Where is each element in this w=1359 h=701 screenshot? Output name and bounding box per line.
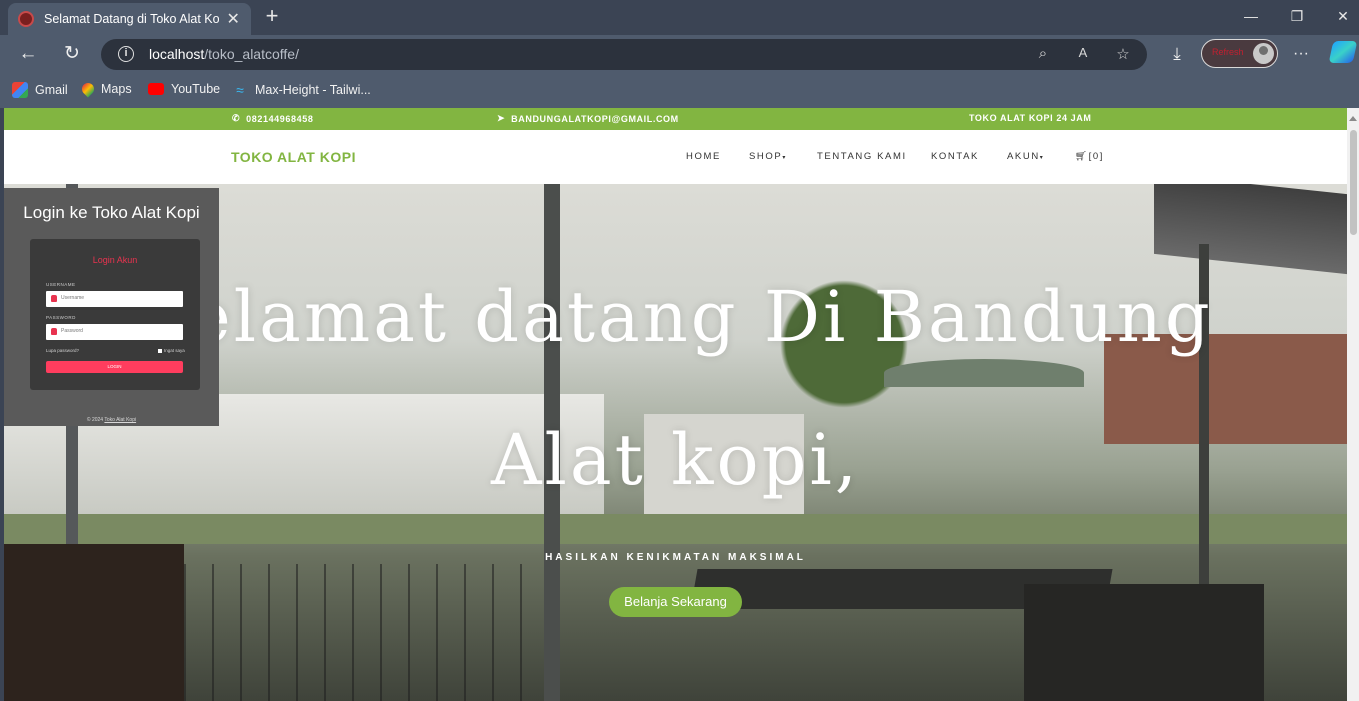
scroll-up-icon[interactable]: [1349, 116, 1357, 121]
bookmarks-bar: Gmail Maps YouTube ≈ Max-Height - Tailwi…: [0, 73, 1359, 108]
footer-link[interactable]: Toko Alat Kopi: [104, 417, 136, 423]
bookmark-maps[interactable]: Maps: [79, 80, 132, 98]
username-label: USERNAME: [46, 282, 76, 287]
phone-info: ✆ 082144968458: [232, 113, 314, 124]
close-tab-icon[interactable]: ✕: [225, 9, 241, 29]
maps-icon: [79, 80, 97, 98]
avatar: [1253, 43, 1274, 64]
page-scrollbar[interactable]: [1347, 108, 1359, 701]
bookmark-youtube[interactable]: YouTube: [148, 82, 220, 96]
login-card: Login Akun USERNAME Username PASSWORD Pa…: [30, 239, 200, 390]
login-panel: Login ke Toko Alat Kopi Login Akun USERN…: [4, 188, 219, 426]
username-placeholder: Username: [61, 295, 85, 301]
user-icon: [51, 295, 57, 302]
password-label: PASSWORD: [46, 315, 76, 320]
hero-title-line2: Alat kopi,: [490, 419, 861, 501]
login-heading: Login ke Toko Alat Kopi: [23, 203, 200, 222]
brand-logo[interactable]: TOKO ALAT KOPI: [231, 149, 356, 165]
chair: [4, 544, 184, 701]
shop-now-button[interactable]: Belanja Sekarang: [609, 587, 742, 617]
scroll-thumb[interactable]: [1350, 130, 1357, 235]
password-field[interactable]: Password: [46, 324, 183, 340]
password-placeholder: Password: [61, 328, 83, 334]
profile-label: Refresh: [1212, 47, 1244, 57]
login-button[interactable]: LOGIN: [46, 361, 183, 373]
contact-topbar: ✆ 082144968458 ➤ BANDUNGALATKOPI@GMAIL.C…: [4, 108, 1347, 130]
nav-contact[interactable]: KONTAK: [931, 151, 979, 162]
site-navbar: TOKO ALAT KOPI HOME SHOP▾ TENTANG KAMI K…: [4, 130, 1347, 184]
hours-info: TOKO ALAT KOPI 24 JAM: [969, 113, 1092, 123]
downloads-icon[interactable]: ⤓: [1166, 43, 1188, 65]
browser-toolbar: ← ↻ i localhost/toko_alatcoffe/ ⌕ A ☆ ⤓ …: [0, 35, 1359, 73]
restore-icon[interactable]: ❐: [1287, 8, 1307, 25]
caret-down-icon: ▾: [782, 155, 787, 161]
nav-cart[interactable]: 🛒︎[0]: [1075, 151, 1104, 162]
nav-account[interactable]: AKUN▾: [1007, 151, 1044, 162]
cart-icon: 🛒︎: [1075, 151, 1089, 162]
back-icon[interactable]: ←: [17, 43, 39, 65]
bookmark-label: Max-Height - Tailwi...: [255, 83, 371, 97]
minimize-icon[interactable]: —: [1241, 8, 1261, 24]
browser-tab[interactable]: Selamat Datang di Toko Alat Kopi ✕: [8, 3, 251, 35]
bookmark-label: Gmail: [35, 83, 68, 97]
favorite-star-icon[interactable]: ☆: [1114, 45, 1132, 63]
copilot-icon[interactable]: [1328, 41, 1358, 63]
bookmark-label: YouTube: [171, 82, 221, 96]
browser-tab-bar: Selamat Datang di Toko Alat Kopi ✕ + — ❐…: [0, 0, 1359, 35]
site-info-icon[interactable]: i: [118, 46, 134, 62]
profile-button[interactable]: Refresh: [1201, 39, 1278, 68]
nav-about[interactable]: TENTANG KAMI: [817, 151, 907, 162]
paper-plane-icon: ➤: [497, 113, 506, 123]
zoom-icon[interactable]: ⌕: [1034, 45, 1052, 62]
canopy-roof: [1154, 184, 1347, 275]
username-field[interactable]: Username: [46, 291, 183, 307]
forgot-password-link[interactable]: Lupa password?: [46, 348, 79, 353]
phone-icon: ✆: [232, 113, 241, 123]
reload-icon[interactable]: ↻: [61, 43, 83, 65]
hero-subtitle: HASILKAN KENIKMATAN MAKSIMAL: [545, 552, 806, 563]
chair: [1024, 584, 1264, 701]
railing: [184, 564, 524, 701]
nav-shop[interactable]: SHOP▾: [749, 151, 787, 162]
umbrella: [884, 359, 1084, 387]
address-bar[interactable]: i localhost/toko_alatcoffe/ ⌕ A ☆: [101, 39, 1147, 70]
bookmark-label: Maps: [101, 82, 132, 96]
url-text[interactable]: localhost/toko_alatcoffe/: [149, 46, 299, 62]
site-favicon-icon: [18, 11, 34, 27]
bookmark-gmail[interactable]: Gmail: [12, 82, 68, 98]
email-info: ➤ BANDUNGALATKOPI@GMAIL.COM: [497, 113, 679, 124]
login-footer: © 2024 Toko Alat Kopi: [86, 417, 137, 423]
more-menu-icon[interactable]: ···: [1290, 43, 1312, 65]
lock-icon: [51, 328, 57, 335]
nav-home[interactable]: HOME: [686, 151, 721, 162]
tab-title: Selamat Datang di Toko Alat Kopi: [44, 12, 220, 26]
tailwind-icon: ≈: [236, 82, 244, 98]
remember-checkbox[interactable]: [158, 348, 162, 353]
new-tab-icon[interactable]: +: [262, 5, 282, 29]
youtube-icon: [148, 83, 164, 95]
bookmark-tailwind[interactable]: ≈ Max-Height - Tailwi...: [232, 82, 371, 98]
login-card-title: Login Akun: [92, 255, 138, 265]
close-window-icon[interactable]: ✕: [1333, 8, 1353, 25]
read-aloud-icon[interactable]: A: [1074, 45, 1092, 60]
gmail-icon: [12, 82, 28, 98]
grass-strip: [4, 514, 1347, 544]
caret-down-icon: ▾: [1039, 155, 1045, 161]
remember-me[interactable]: Ingat saya: [158, 348, 185, 353]
